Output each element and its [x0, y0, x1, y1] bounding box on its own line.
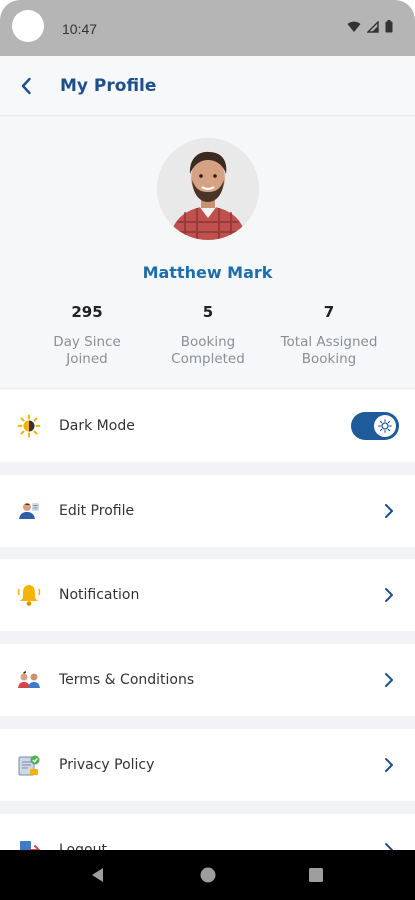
phone-screen: 10:47 My Profile Matthew Mark 295 Day Si…: [0, 0, 415, 900]
stat-label-line: Booking: [180, 334, 236, 350]
stat-days-since-joined: 295 Day Since Joined: [22, 303, 152, 368]
system-nav-bar: [0, 850, 415, 900]
stat-label-line: Booking: [301, 351, 357, 367]
signal-icon: [367, 20, 379, 33]
home-circle-icon[interactable]: [198, 865, 218, 885]
recents-square-icon[interactable]: [306, 865, 326, 885]
stat-label: Day Since Joined: [22, 334, 152, 368]
stat-label-line: Joined: [66, 351, 108, 367]
chevron-left-icon: [21, 77, 31, 95]
app-header: My Profile: [0, 56, 415, 116]
edit-profile-row[interactable]: Edit Profile: [0, 475, 415, 547]
sun-icon: [16, 414, 42, 438]
stat-total-assigned-booking: 7 Total Assigned Booking: [264, 303, 394, 368]
stat-label: Booking Completed: [143, 334, 273, 368]
toggle-knob: [374, 415, 396, 437]
profile-summary: Matthew Mark 295 Day Since Joined 5 Book…: [0, 117, 415, 387]
profile-stats: 295 Day Since Joined 5 Booking Completed…: [0, 303, 415, 373]
edit-profile-icon: [16, 499, 42, 523]
stat-label-line: Day Since: [53, 334, 121, 350]
terms-icon: [16, 668, 42, 692]
stat-value: 7: [323, 303, 335, 321]
terms-conditions-row[interactable]: Terms & Conditions: [0, 644, 415, 716]
camera-cutout: [12, 10, 44, 42]
stat-booking-completed: 5 Booking Completed: [143, 303, 273, 368]
notification-row[interactable]: Notification: [0, 559, 415, 631]
stat-label-line: Completed: [171, 351, 245, 367]
avatar-photo: [157, 138, 259, 240]
edit-profile-label: Edit Profile: [59, 503, 135, 519]
dark-mode-label: Dark Mode: [59, 418, 135, 434]
status-icons: [347, 20, 393, 33]
terms-conditions-label: Terms & Conditions: [59, 672, 195, 688]
privacy-policy-label: Privacy Policy: [59, 757, 155, 773]
dark-mode-row: Dark Mode: [0, 390, 415, 462]
sun-small-icon: [378, 419, 392, 433]
privacy-icon: [16, 753, 42, 777]
back-button[interactable]: [14, 74, 38, 98]
bell-icon: [16, 583, 42, 607]
avatar[interactable]: [157, 138, 259, 240]
user-name: Matthew Mark: [142, 263, 273, 282]
chevron-right-icon: [385, 673, 393, 687]
stat-label-line: Total Assigned: [280, 334, 378, 350]
chevron-right-icon: [385, 758, 393, 772]
dark-mode-toggle[interactable]: [351, 412, 399, 440]
battery-icon: [385, 20, 393, 33]
stat-value: 295: [71, 303, 103, 321]
status-bar: 10:47: [0, 0, 415, 56]
back-triangle-icon[interactable]: [88, 865, 108, 885]
privacy-policy-row[interactable]: Privacy Policy: [0, 729, 415, 801]
status-time: 10:47: [62, 21, 98, 37]
page-title: My Profile: [60, 76, 157, 96]
stat-value: 5: [202, 303, 214, 321]
wifi-icon: [347, 21, 361, 32]
chevron-right-icon: [385, 588, 393, 602]
stat-label: Total Assigned Booking: [264, 334, 394, 368]
chevron-right-icon: [385, 504, 393, 518]
notification-label: Notification: [59, 587, 140, 603]
